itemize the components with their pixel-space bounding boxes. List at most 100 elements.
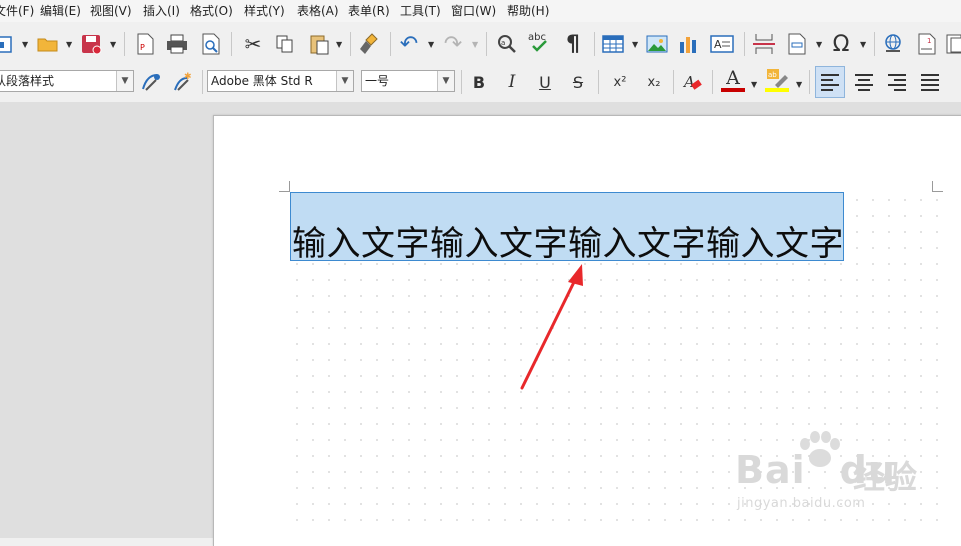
toolbar-separator (598, 70, 599, 94)
formatting-toolbar: 默认段落样式 ▼ ✱ Adobe 黑体 Std R ▼ 一号 ▼ B I U S… (0, 64, 961, 102)
italic-button[interactable]: I (499, 68, 525, 96)
standard-toolbar: ▼ ▼ ▼ P ✂ ▼ ↶ ▼ ↷ ▼ a abc ¶ ▼ A ▼ Ω ▼ 1 (0, 24, 961, 64)
insert-chart-icon[interactable] (676, 30, 702, 58)
highlighting-color-button[interactable]: ab (762, 66, 792, 94)
chevron-down-icon[interactable]: ▼ (816, 40, 822, 49)
copy-icon[interactable] (272, 30, 298, 58)
chevron-down-icon[interactable]: ▼ (66, 40, 72, 49)
baidu-watermark: Bai du 经验 jingyan.baidu.com (735, 430, 955, 520)
clone-formatting-icon[interactable] (356, 30, 382, 58)
font-size-value: 一号 (365, 74, 390, 88)
insert-text-box-icon[interactable]: A (708, 30, 736, 58)
footnote-icon[interactable]: 1 (914, 30, 940, 58)
chevron-down-icon[interactable]: ▼ (632, 40, 638, 49)
menu-table[interactable]: 表格(A) (295, 0, 341, 22)
toolbar-separator (231, 32, 232, 56)
menu-form[interactable]: 表单(R) (346, 0, 392, 22)
toolbar-separator (390, 32, 391, 56)
margin-corner-mark (279, 181, 290, 192)
font-color-bar (721, 88, 745, 92)
menu-file[interactable]: 文件(F) (0, 0, 36, 22)
menu-window[interactable]: 窗口(W) (449, 0, 498, 22)
toolbar-separator (673, 70, 674, 94)
font-name-value: Adobe 黑体 Std R (211, 74, 313, 88)
svg-text:A: A (714, 38, 722, 51)
hyperlink-icon[interactable] (880, 30, 906, 58)
menu-help[interactable]: 帮助(H) (505, 0, 551, 22)
justify-button[interactable] (916, 68, 944, 96)
find-replace-icon[interactable]: a (494, 30, 520, 58)
paragraph-style-value: 默认段落样式 (0, 74, 55, 88)
underline-button[interactable]: U (532, 68, 558, 96)
comment-icon[interactable] (944, 30, 961, 58)
chevron-down-icon[interactable]: ▼ (796, 80, 802, 89)
insert-page-break-icon[interactable] (750, 30, 778, 58)
annotation-arrow-icon (520, 264, 583, 390)
align-right-button[interactable] (883, 68, 911, 96)
toolbar-separator (809, 70, 810, 94)
margin-corner-mark (932, 181, 943, 192)
chevron-down-icon[interactable]: ▼ (751, 80, 757, 89)
update-style-icon[interactable] (138, 68, 164, 96)
menu-styles[interactable]: 样式(Y) (242, 0, 287, 22)
subscript-button[interactable]: x₂ (640, 68, 668, 96)
font-size-combo[interactable]: 一号 ▼ (361, 70, 455, 92)
chevron-down-icon[interactable]: ▼ (22, 40, 28, 49)
new-document-icon[interactable] (0, 30, 16, 58)
print-icon[interactable] (164, 30, 190, 58)
svg-text:1: 1 (927, 37, 931, 45)
toolbar-separator (874, 32, 875, 56)
insert-table-icon[interactable] (600, 30, 626, 58)
font-name-combo[interactable]: Adobe 黑体 Std R ▼ (207, 70, 354, 92)
align-left-button[interactable] (815, 66, 845, 98)
special-character-icon[interactable]: Ω (828, 30, 854, 58)
chevron-down-icon[interactable]: ▼ (472, 40, 478, 49)
svg-text:abc: abc (528, 32, 546, 43)
highlight-color-bar (765, 88, 789, 92)
clear-formatting-icon[interactable]: A (678, 68, 706, 96)
svg-text:ab: ab (768, 71, 777, 79)
font-color-letter: A (726, 67, 740, 89)
superscript-button[interactable]: x² (606, 68, 634, 96)
menu-format[interactable]: 格式(O) (188, 0, 235, 22)
toolbar-separator (712, 70, 713, 94)
spelling-icon[interactable]: abc (526, 28, 554, 56)
paragraph-style-combo[interactable]: 默认段落样式 ▼ (0, 70, 134, 92)
watermark-url: jingyan.baidu.com (737, 496, 866, 511)
insert-field-icon[interactable] (784, 30, 810, 58)
export-pdf-icon[interactable]: P (132, 30, 158, 58)
bold-button[interactable]: B (466, 68, 492, 96)
chevron-down-icon[interactable]: ▼ (110, 40, 116, 49)
toolbar-separator (461, 70, 462, 94)
new-style-icon[interactable]: ✱ (170, 68, 196, 96)
chevron-down-icon[interactable]: ▼ (336, 40, 342, 49)
open-folder-icon[interactable] (34, 30, 62, 58)
toolbar-separator (486, 32, 487, 56)
chevron-down-icon[interactable]: ▼ (336, 71, 353, 91)
formatting-marks-icon[interactable]: ¶ (560, 30, 586, 58)
menu-edit[interactable]: 编辑(E) (38, 0, 83, 22)
watermark-cn: 经验 (853, 458, 918, 496)
toolbar-separator (202, 70, 203, 94)
chevron-down-icon[interactable]: ▼ (428, 40, 434, 49)
menu-view[interactable]: 视图(V) (88, 0, 134, 22)
menu-bar: 文件(F) 编辑(E) 视图(V) 插入(I) 格式(O) 样式(Y) 表格(A… (0, 0, 961, 22)
insert-image-icon[interactable] (644, 30, 670, 58)
chevron-down-icon[interactable]: ▼ (437, 71, 454, 91)
toolbar-separator (124, 32, 125, 56)
strikethrough-button[interactable]: S (565, 68, 591, 96)
menu-insert[interactable]: 插入(I) (141, 0, 182, 22)
cut-icon[interactable]: ✂ (240, 30, 266, 58)
chevron-down-icon[interactable]: ▼ (860, 40, 866, 49)
align-center-button[interactable] (850, 68, 878, 96)
redo-icon[interactable]: ↷ (440, 30, 466, 58)
chevron-down-icon[interactable]: ▼ (116, 71, 133, 91)
save-icon[interactable] (78, 30, 104, 58)
paste-icon[interactable] (306, 30, 332, 58)
undo-icon[interactable]: ↶ (396, 30, 422, 58)
toolbar-separator (744, 32, 745, 56)
print-preview-icon[interactable] (198, 30, 224, 58)
toolbar-separator (350, 32, 351, 56)
font-color-button[interactable]: A (718, 66, 748, 94)
menu-tools[interactable]: 工具(T) (398, 0, 443, 22)
